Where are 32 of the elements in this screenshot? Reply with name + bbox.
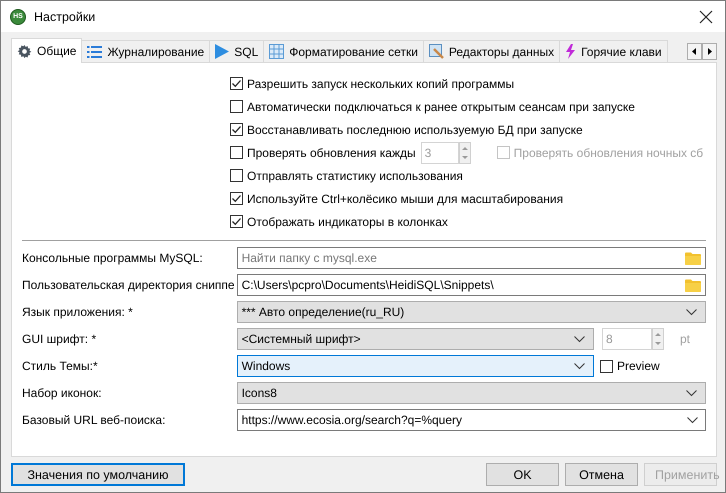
field-label: Стиль Темы:* bbox=[22, 359, 99, 373]
field-label: Язык приложения: * bbox=[22, 305, 134, 319]
unit-label: pt bbox=[680, 332, 690, 346]
window-title: Настройки bbox=[34, 10, 96, 24]
field-label: Базовый URL веб-поиска: bbox=[22, 413, 166, 427]
dropdown[interactable]: *** Авто определение(ru_RU) bbox=[236, 301, 706, 323]
combo-field[interactable]: https://www.ecosia.org/search?q=%query bbox=[236, 409, 706, 431]
checkbox-label[interactable]: Автоматически подключаться к ранее открытым сеансам при запуске bbox=[247, 100, 635, 114]
dialog-button[interactable]: Значения по умолчанию bbox=[11, 463, 185, 486]
settings-tab[interactable]: Редакторы данных bbox=[422, 40, 560, 62]
settings-tab[interactable]: Горячие клави bbox=[559, 40, 668, 62]
dropdown[interactable]: Windows bbox=[236, 355, 594, 377]
field-label: GUI шрифт: * bbox=[22, 332, 98, 346]
field-label: Набор иконок: bbox=[22, 386, 103, 400]
checkbox-label[interactable]: Разрешить запуск нескольких копий программы bbox=[247, 76, 514, 90]
settings-tab[interactable]: Общие bbox=[11, 38, 82, 63]
field-label: Пользовательская директория сниппе bbox=[22, 278, 235, 292]
settings-tab[interactable]: Форматирование сетки bbox=[263, 40, 424, 62]
checkbox-label[interactable]: Используйте Ctrl+колёсико мыши для масштабирования bbox=[247, 192, 564, 206]
field-label: Консольные программы MySQL: bbox=[22, 251, 204, 265]
dropdown[interactable]: <Системный шрифт> bbox=[236, 328, 594, 350]
checkbox-label[interactable]: Восстанавливать последнюю используемую БД при запуске bbox=[247, 122, 583, 136]
checkbox-label[interactable]: Отображать индикаторы в колонках bbox=[247, 214, 448, 228]
folder-path-field[interactable]: Найти папку с mysql.exe bbox=[236, 247, 706, 269]
settings-tab[interactable]: SQL bbox=[209, 40, 264, 62]
dialog-button[interactable]: OK bbox=[486, 463, 559, 486]
dropdown[interactable]: Icons8 bbox=[236, 382, 706, 404]
folder-path-field[interactable]: C:\Users\pcpro\Documents\HeidiSQL\Snippets\ bbox=[236, 274, 706, 296]
dialog-button[interactable]: Отмена bbox=[565, 463, 638, 486]
checkbox-label[interactable]: Preview bbox=[617, 359, 660, 373]
checkbox-label[interactable]: Проверять обновления кажды bbox=[247, 146, 416, 160]
checkbox-label[interactable]: Отправлять статистику использования bbox=[247, 168, 463, 182]
